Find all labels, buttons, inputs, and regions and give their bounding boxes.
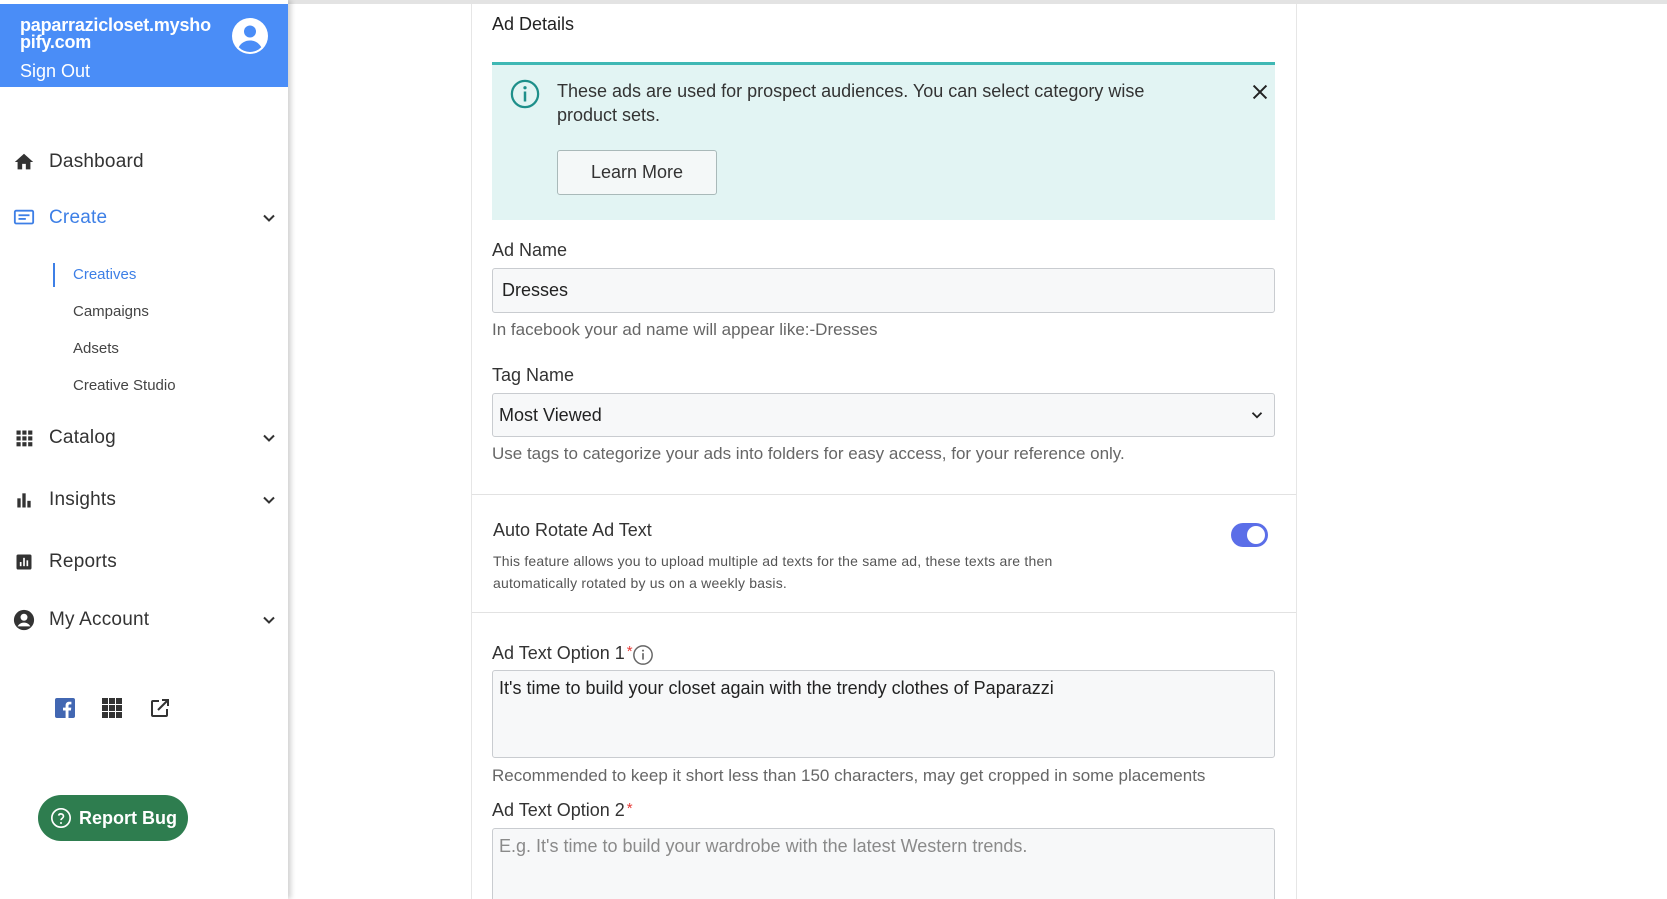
nav-insights-label: Insights — [49, 489, 117, 510]
auto-rotate-description: This feature allows you to upload multip… — [493, 553, 1053, 591]
learn-more-button[interactable]: Learn More — [557, 150, 717, 195]
ad-text-2-input[interactable] — [492, 828, 1275, 899]
info-icon[interactable] — [632, 644, 654, 666]
home-icon — [12, 150, 36, 174]
divider — [472, 494, 1296, 495]
chevron-down-icon[interactable] — [259, 490, 279, 510]
apps-grid-icon[interactable] — [100, 696, 124, 720]
nav-catalog-label: Catalog — [49, 427, 116, 448]
subnav-creatives[interactable]: Creatives — [53, 263, 136, 287]
account-circle-icon — [12, 608, 36, 632]
shop-name: paparrazicloset.myshopify.com — [20, 15, 211, 52]
tag-name-help: Use tags to categorize your ads into fol… — [492, 444, 1125, 463]
section-title: Ad Details — [492, 14, 575, 34]
chevron-down-icon[interactable] — [259, 428, 279, 448]
divider — [472, 612, 1296, 613]
sign-out-link[interactable]: Sign Out — [20, 60, 90, 82]
ad-details-card: Ad Details These ads are used for prospe… — [471, 4, 1297, 899]
ad-text-2-label: Ad Text Option 2 * — [492, 800, 633, 821]
info-banner-text: These ads are used for prospect audience… — [557, 81, 1145, 125]
chevron-down-icon — [1251, 412, 1263, 419]
nav-create[interactable]: Create — [0, 198, 288, 238]
subnav-adsets[interactable]: Adsets — [54, 337, 119, 361]
required-mark: * — [626, 800, 633, 817]
ad-text-2-label-text: Ad Text Option 2 — [492, 800, 625, 820]
chevron-down-icon[interactable] — [259, 610, 279, 630]
report-icon — [12, 550, 36, 574]
close-icon[interactable] — [1249, 81, 1271, 103]
report-bug-button[interactable]: Report Bug — [38, 795, 188, 841]
ad-name-label: Ad Name — [492, 240, 568, 260]
ad-text-1-label-text: Ad Text Option 1 — [492, 643, 625, 663]
subnav-creative-studio[interactable]: Creative Studio — [54, 374, 176, 398]
toggle-knob — [1247, 526, 1265, 544]
chevron-down-icon[interactable] — [259, 208, 279, 228]
ad-text-1-label: Ad Text Option 1 * — [492, 643, 633, 664]
nav-dashboard[interactable]: Dashboard — [0, 142, 288, 182]
auto-rotate-title: Auto Rotate Ad Text — [493, 520, 652, 540]
sidebar: paparrazicloset.myshopify.com Sign Out D… — [0, 0, 288, 899]
subnav-campaigns[interactable]: Campaigns — [54, 300, 149, 324]
nav-dashboard-label: Dashboard — [49, 151, 144, 172]
nav-my-account[interactable]: My Account — [0, 600, 288, 640]
ad-name-help: In facebook your ad name will appear lik… — [492, 320, 878, 339]
nav-create-label: Create — [49, 207, 108, 228]
nav-insights[interactable]: Insights — [0, 480, 288, 520]
tag-name-select[interactable]: Most Viewed — [492, 393, 1275, 437]
account-header: paparrazicloset.myshopify.com Sign Out — [0, 4, 288, 87]
tag-name-label: Tag Name — [492, 365, 575, 385]
nav-reports-label: Reports — [49, 551, 117, 572]
ad-name-input[interactable] — [492, 268, 1275, 313]
help-circle-icon — [51, 808, 71, 828]
info-banner: These ads are used for prospect audience… — [492, 62, 1275, 220]
nav-my-account-label: My Account — [49, 609, 150, 630]
ad-text-1-input[interactable]: It's time to build your closet again wit… — [492, 670, 1275, 758]
facebook-icon[interactable] — [53, 696, 77, 720]
create-icon — [12, 206, 36, 230]
open-external-icon[interactable] — [148, 696, 172, 720]
info-icon — [510, 79, 540, 109]
bar-chart-icon — [12, 488, 36, 512]
nav-catalog[interactable]: Catalog — [0, 418, 288, 458]
ad-text-1-help: Recommended to keep it short less than 1… — [492, 766, 1206, 785]
user-avatar-icon[interactable] — [232, 18, 268, 54]
nav-reports[interactable]: Reports — [0, 542, 288, 582]
report-bug-label: Report Bug — [79, 807, 177, 828]
tag-name-selected: Most Viewed — [499, 404, 602, 425]
grid-icon — [12, 426, 36, 450]
auto-rotate-toggle[interactable] — [1231, 523, 1268, 547]
